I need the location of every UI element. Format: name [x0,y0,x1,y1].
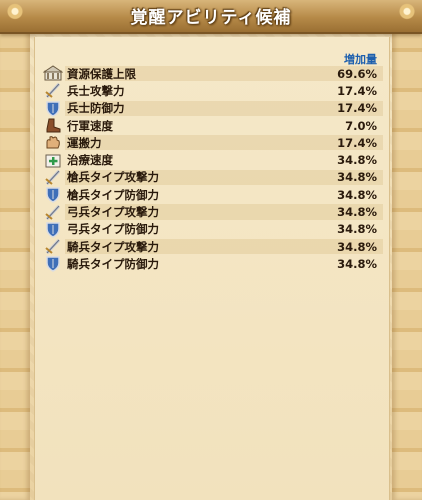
list-item: 弓兵タイプ攻撃力 34.8% [43,203,383,220]
ability-value: 17.4% [337,101,377,116]
list-item: 弓兵タイプ防御力 34.8% [43,221,383,238]
ability-label: 弓兵タイプ防御力 [67,222,159,237]
title-bar: 覚醒アビリティ候補 [0,0,422,38]
ability-label: 槍兵タイプ攻撃力 [67,170,159,185]
ability-value: 34.8% [337,256,377,271]
sword-icon [43,169,63,186]
ability-value: 69.6% [337,66,377,81]
list-item: 騎兵タイプ攻撃力 34.8% [43,238,383,255]
list-item: 兵士攻撃力 17.4% [43,82,383,99]
ability-label: 兵士攻撃力 [67,83,125,98]
ability-label: 兵士防御力 [67,101,125,116]
shield-icon [43,100,63,117]
left-border-ornament [0,30,30,500]
ability-label: 騎兵タイプ防御力 [67,256,159,271]
ability-label: 騎兵タイプ攻撃力 [67,239,159,254]
list-item: 兵士防御力 17.4% [43,100,383,117]
window-frame: 覚醒アビリティ候補 増加量 資源保護上限 69.6% 兵士攻撃力 17.4% 兵… [0,0,422,500]
ability-label: 行軍速度 [67,118,113,133]
sword-icon [43,82,63,99]
medkit-icon [43,152,63,169]
list-item: 騎兵タイプ防御力 34.8% [43,255,383,273]
right-border-ornament [392,30,422,500]
ability-list: 資源保護上限 69.6% 兵士攻撃力 17.4% 兵士防御力 17.4% 行軍速… [42,65,383,273]
list-item: 槍兵タイプ攻撃力 34.8% [43,169,383,186]
ability-value: 34.8% [337,239,377,254]
ability-label: 資源保護上限 [67,66,136,81]
ability-value: 34.8% [337,153,377,168]
sword-icon [43,238,63,255]
ability-value: 34.8% [337,205,377,220]
shield-icon [43,221,63,238]
shield-icon [43,255,63,273]
list-item: 運搬力 17.4% [43,134,383,151]
building-icon [42,65,64,82]
shield-icon [43,186,63,204]
ability-label: 治療速度 [67,153,113,168]
list-item: 行軍速度 7.0% [43,117,383,134]
ability-value: 17.4% [337,83,377,98]
ability-value: 7.0% [345,118,377,133]
ability-list-panel: 増加量 資源保護上限 69.6% 兵士攻撃力 17.4% 兵士防御力 17.4%… [34,37,390,500]
list-item: 槍兵タイプ防御力 34.8% [43,186,383,204]
ability-label: 槍兵タイプ防御力 [67,187,159,202]
page-title: 覚醒アビリティ候補 [130,8,292,28]
corner-ornament-right [394,0,420,38]
list-item: 資源保護上限 69.6% [42,65,383,82]
ability-value: 34.8% [337,187,377,202]
hand-icon [43,134,63,151]
list-item: 治療速度 34.8% [43,151,383,168]
ability-label: 運搬力 [67,135,102,150]
ability-label: 弓兵タイプ攻撃力 [67,205,159,220]
ability-value: 34.8% [337,222,377,237]
ability-value: 34.8% [337,170,377,185]
sword-icon [43,204,63,221]
boot-icon [43,117,63,134]
ability-value: 17.4% [337,135,377,150]
